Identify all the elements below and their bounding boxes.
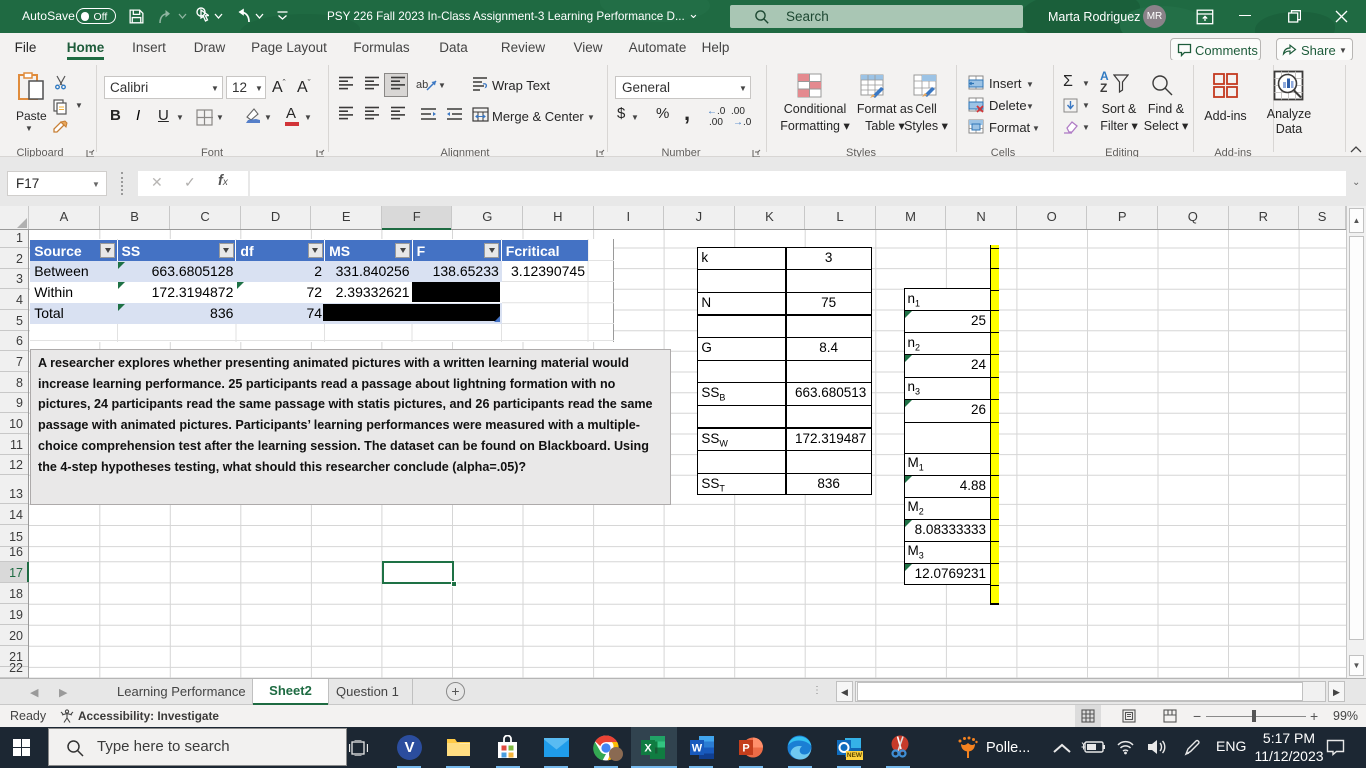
svg-text:X: X: [644, 743, 652, 755]
svg-text:W: W: [692, 743, 703, 755]
svg-text:P: P: [742, 743, 749, 755]
